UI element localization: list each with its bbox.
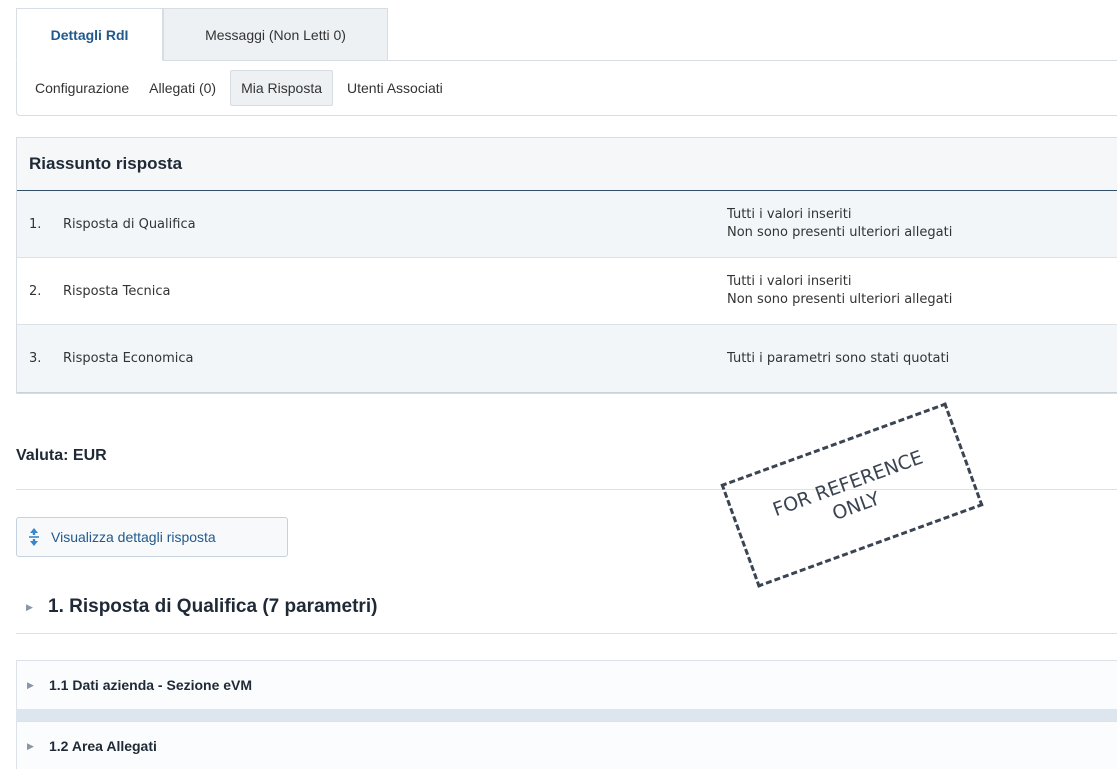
watermark-stamp: FOR REFERENCE ONLY <box>720 402 984 588</box>
main-tabs: Dettagli RdI Messaggi (Non Letti 0) <box>16 8 388 61</box>
row-number: 1. <box>29 216 42 232</box>
summary-title: Riassunto risposta <box>17 138 1117 191</box>
row-status: Tutti i valori inseriti Non sono present… <box>727 206 952 242</box>
section-title: 1. Risposta di Qualifica (7 parametri) <box>48 596 378 617</box>
summary-row: 2. Risposta Tecnica Tutti i valori inser… <box>17 258 1117 325</box>
view-details-button[interactable]: Visualizza dettagli risposta <box>16 517 288 557</box>
subsection-dati-azienda[interactable]: ▶ 1.1 Dati azienda - Sezione eVM <box>16 660 1117 710</box>
summary-panel: Riassunto risposta 1. Risposta di Qualif… <box>16 137 1117 394</box>
subtab-mia-risposta[interactable]: Mia Risposta <box>230 70 334 106</box>
row-name: Risposta Economica <box>63 351 194 366</box>
summary-row: 1. Risposta di Qualifica Tutti i valori … <box>17 191 1117 258</box>
row-status-line: Tutti i parametri sono stati quotati <box>727 350 950 366</box>
row-status-line: Tutti i valori inseriti <box>727 274 852 289</box>
row-number: 3. <box>29 351 42 366</box>
subtab-configurazione[interactable]: Configurazione <box>25 70 139 106</box>
tab-dettagli-rdi[interactable]: Dettagli RdI <box>16 8 163 61</box>
page: Dettagli RdI Messaggi (Non Letti 0) Conf… <box>0 0 1117 769</box>
row-status: Tutti i parametri sono stati quotati <box>727 350 949 368</box>
subsection-area-allegati[interactable]: ▶ 1.2 Area Allegati <box>16 721 1117 769</box>
currency-label: Valuta: EUR <box>16 447 107 464</box>
section-risposta-qualifica[interactable]: ▶ 1. Risposta di Qualifica (7 parametri) <box>26 596 377 618</box>
summary-row: 3. Risposta Economica Tutti i parametri … <box>17 325 1117 393</box>
subtab-allegati[interactable]: Allegati (0) <box>139 70 226 106</box>
caret-right-icon: ▶ <box>27 740 34 751</box>
tab-messaggi[interactable]: Messaggi (Non Letti 0) <box>163 8 388 60</box>
row-name: Risposta di Qualifica <box>63 216 196 232</box>
caret-right-icon: ▶ <box>26 602 33 612</box>
row-status-line: Non sono presenti ulteriori allegati <box>727 292 953 307</box>
row-status: Tutti i valori inseriti Non sono present… <box>727 273 952 309</box>
row-number: 2. <box>29 283 42 299</box>
row-status-line: Non sono presenti ulteriori allegati <box>727 225 953 240</box>
caret-right-icon: ▶ <box>27 680 34 690</box>
subsection-title: 1.2 Area Allegati <box>49 737 157 754</box>
subsection-title: 1.1 Dati azienda - Sezione eVM <box>49 677 253 693</box>
tab-card: Dettagli RdI Messaggi (Non Letti 0) Conf… <box>16 8 1117 116</box>
view-details-label: Visualizza dettagli risposta <box>51 529 216 545</box>
subtab-utenti-associati[interactable]: Utenti Associati <box>337 70 453 106</box>
row-name: Risposta Tecnica <box>63 283 171 299</box>
row-status-line: Tutti i valori inseriti <box>727 207 852 222</box>
expand-vertical-icon <box>17 527 51 547</box>
section-band <box>16 709 1117 721</box>
subtab-bar: Configurazione Allegati (0) Mia Risposta… <box>16 60 1117 116</box>
divider <box>16 633 1117 634</box>
